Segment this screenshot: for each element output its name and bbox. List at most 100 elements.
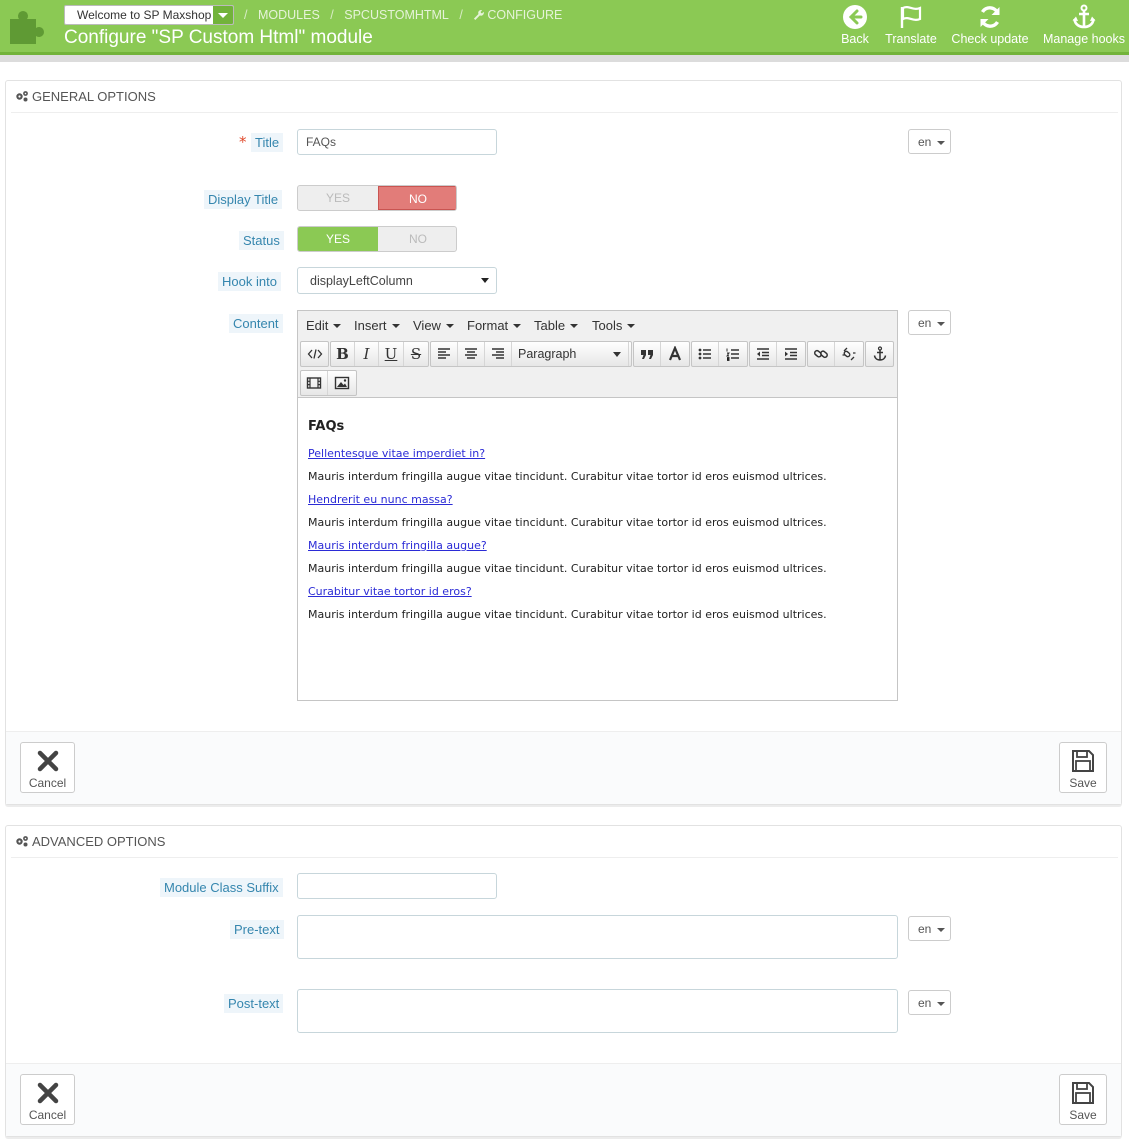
status-yes[interactable]: YES — [298, 227, 378, 251]
pre-text-textarea[interactable] — [297, 915, 898, 959]
title-input[interactable]: FAQs — [297, 129, 497, 155]
faq-question[interactable]: Hendrerit eu nunc massa? — [308, 493, 888, 506]
breadcrumb-modules[interactable]: MODULES — [258, 8, 320, 22]
caret-down-icon — [481, 278, 489, 283]
menu-table[interactable]: Table — [534, 318, 578, 333]
numbered-list-icon[interactable] — [719, 342, 746, 366]
paragraph-format-dropdown[interactable]: Paragraph — [512, 342, 629, 366]
display-title-switch[interactable]: YES NO — [297, 185, 457, 211]
floppy-disk-icon — [1072, 750, 1094, 772]
chevron-down-icon — [213, 6, 233, 24]
faq-answer: Mauris interdum fringilla augue vitae ti… — [308, 562, 827, 575]
hook-into-label: Hook into — [218, 272, 281, 291]
faq-question[interactable]: Curabitur vitae tortor id eros? — [308, 585, 888, 598]
anchor-icon — [1072, 4, 1096, 29]
status-no[interactable]: NO — [378, 227, 456, 251]
breadcrumb-spcustomhtml[interactable]: SPCUSTOMHTML — [344, 8, 449, 22]
faq-answer: Mauris interdum fringilla augue vitae ti… — [308, 608, 827, 621]
faq-question[interactable]: Pellentesque vitae imperdiet in? — [308, 447, 888, 460]
back-arrow-icon — [843, 5, 867, 29]
display-title-label: Display Title — [204, 190, 283, 209]
close-icon — [37, 1082, 58, 1104]
back-button[interactable]: Back — [838, 4, 872, 46]
link-icon[interactable] — [808, 342, 835, 366]
status-label: Status — [239, 231, 284, 250]
general-save-button[interactable]: Save — [1059, 742, 1107, 793]
align-center-icon[interactable] — [458, 342, 485, 366]
outdent-icon[interactable] — [750, 342, 777, 366]
breadcrumb: / MODULES / SPCUSTOMHTML / CONFIGURE — [244, 8, 563, 22]
indent-icon[interactable] — [777, 342, 804, 366]
advanced-options-heading: Advanced options — [11, 826, 1118, 858]
required-mark: * — [239, 133, 247, 151]
display-title-yes[interactable]: YES — [298, 186, 378, 210]
status-switch[interactable]: YES NO — [297, 226, 457, 252]
flag-icon — [900, 6, 922, 28]
advanced-save-button[interactable]: Save — [1059, 1074, 1107, 1125]
header-shadow — [0, 55, 1129, 62]
title-lang-button[interactable]: en — [908, 129, 951, 154]
hook-into-select[interactable]: displayLeftColumn — [297, 267, 497, 294]
display-title-no[interactable]: NO — [378, 186, 456, 210]
menu-edit[interactable]: Edit — [306, 318, 341, 333]
tb-group-anchor — [865, 341, 894, 367]
breadcrumb-configure: CONFIGURE — [487, 8, 563, 22]
rich-text-editor[interactable]: Edit Insert View Format Table Tools B I … — [297, 310, 898, 701]
bold-icon[interactable]: B — [331, 342, 355, 366]
wrench-icon — [474, 10, 485, 20]
tb-group-format: B I U S — [330, 341, 429, 367]
pre-text-label: Pre-text — [230, 920, 284, 939]
tb-group-lists — [691, 341, 748, 367]
italic-icon[interactable]: I — [355, 342, 379, 366]
blockquote-icon[interactable] — [634, 342, 661, 366]
module-class-suffix-input[interactable] — [297, 873, 497, 899]
post-text-lang-button[interactable]: en — [908, 990, 951, 1015]
video-icon[interactable] — [301, 371, 328, 395]
advanced-cancel-button[interactable]: Cancel — [20, 1074, 75, 1125]
shop-select-label: Welcome to SP Maxshop — [77, 8, 212, 22]
menu-insert[interactable]: Insert — [354, 318, 400, 333]
strikethrough-icon[interactable]: S — [404, 342, 428, 366]
bullet-list-icon[interactable] — [692, 342, 719, 366]
post-text-textarea[interactable] — [297, 989, 898, 1033]
cogs-icon — [16, 91, 28, 102]
tb-group-quote — [633, 341, 690, 367]
faq-answer: Mauris interdum fringilla augue vitae ti… — [308, 516, 827, 529]
faq-question[interactable]: Mauris interdum fringilla augue? — [308, 539, 888, 552]
menu-view[interactable]: View — [413, 318, 454, 333]
underline-icon[interactable]: U — [379, 342, 404, 366]
editor-content[interactable]: FAQs Pellentesque vitae imperdiet in? Ma… — [308, 419, 888, 631]
manage-hooks-button[interactable]: Manage hooks — [1041, 4, 1127, 46]
menu-format[interactable]: Format — [467, 318, 521, 333]
module-class-suffix-label: Module Class Suffix — [160, 878, 283, 897]
puzzle-icon — [10, 11, 44, 44]
tb-group-link — [807, 341, 864, 367]
align-left-icon[interactable] — [431, 342, 458, 366]
translate-button[interactable]: Translate — [882, 4, 940, 46]
content-heading: FAQs — [308, 419, 345, 434]
title-label: Title — [251, 133, 284, 152]
general-options-heading: General options — [11, 81, 1118, 113]
tb-group-indent — [749, 341, 806, 367]
refresh-icon — [980, 6, 1000, 28]
tb-group-media — [300, 370, 357, 396]
check-update-button[interactable]: Check update — [950, 4, 1030, 46]
content-label: Content — [229, 314, 283, 333]
content-lang-button[interactable]: en — [908, 310, 951, 335]
editor-menubar: Edit Insert View Format Table Tools — [298, 311, 897, 339]
text-color-icon[interactable] — [661, 342, 688, 366]
pre-text-lang-button[interactable]: en — [908, 916, 951, 941]
advanced-options-panel: Advanced options — [5, 825, 1122, 1137]
image-icon[interactable] — [328, 371, 355, 395]
unlink-icon[interactable] — [835, 342, 862, 366]
align-right-icon[interactable] — [485, 342, 512, 366]
anchor-icon[interactable] — [866, 342, 893, 366]
menu-tools[interactable]: Tools — [592, 318, 635, 333]
source-code-icon[interactable] — [301, 342, 328, 366]
shop-select[interactable]: Welcome to SP Maxshop — [64, 5, 234, 25]
tb-group-align: Paragraph — [430, 341, 632, 367]
page-title: Configure "SP Custom Html" module — [64, 27, 373, 48]
hook-into-value: displayLeftColumn — [310, 274, 413, 288]
close-icon — [37, 750, 58, 772]
general-cancel-button[interactable]: Cancel — [20, 742, 75, 793]
